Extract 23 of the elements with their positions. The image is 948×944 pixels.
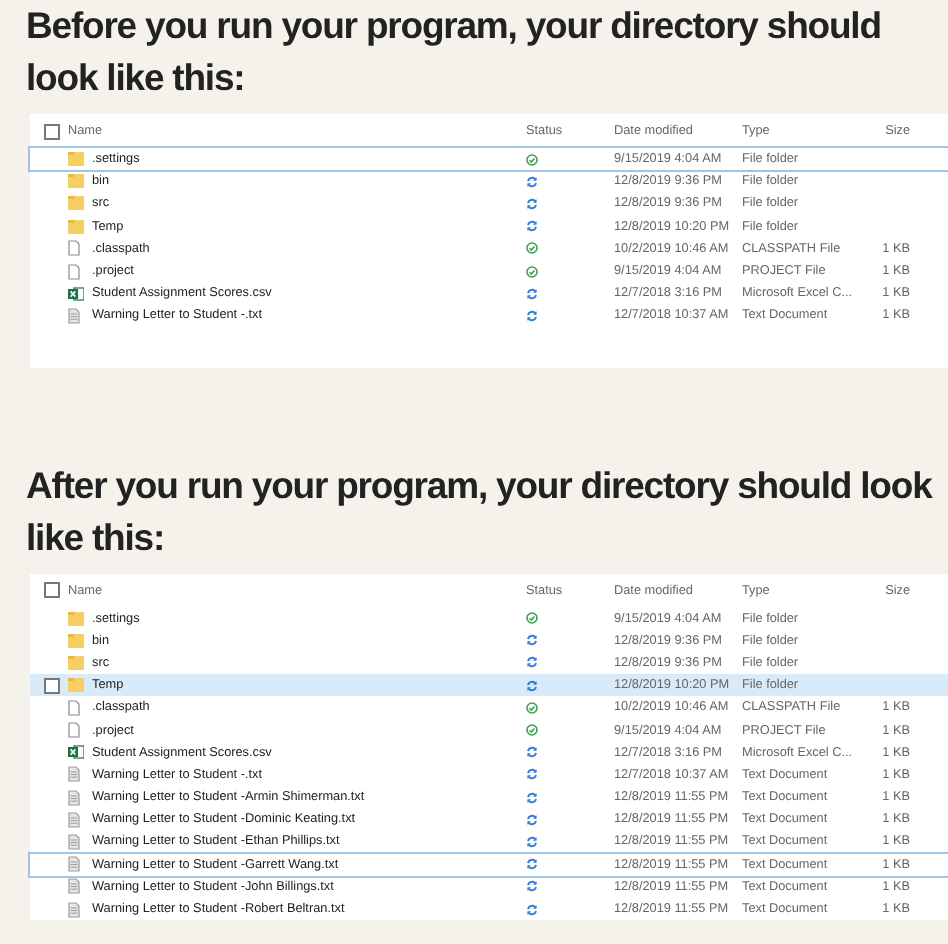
folder-icon: [68, 174, 84, 189]
select-all-checkbox[interactable]: [44, 123, 60, 139]
row-checkbox[interactable]: [44, 677, 60, 694]
section-heading: After you run your program, your directory should look like this:: [24, 461, 935, 561]
folder-icon: [68, 633, 84, 648]
text-file-icon: [68, 878, 80, 895]
section-heading: Before you run your program, your directory should look like this:: [24, 2, 883, 102]
text-file-icon: [68, 766, 80, 783]
spreadsheet-icon: [68, 744, 84, 761]
text-file-icon: [68, 789, 80, 806]
folder-icon: [68, 196, 84, 211]
text-file-icon: [68, 901, 80, 918]
folder-icon: [68, 655, 84, 670]
text-file-icon: [68, 811, 80, 828]
folder-icon: [68, 152, 84, 167]
folder-icon: [68, 611, 84, 626]
text-file-icon: [68, 833, 80, 850]
select-all-checkbox[interactable]: [44, 582, 60, 598]
text-file-icon: [68, 856, 80, 873]
folder-icon: [68, 219, 84, 234]
folder-icon: [68, 678, 84, 693]
spreadsheet-icon: [68, 285, 84, 302]
text-file-icon: [68, 307, 80, 324]
